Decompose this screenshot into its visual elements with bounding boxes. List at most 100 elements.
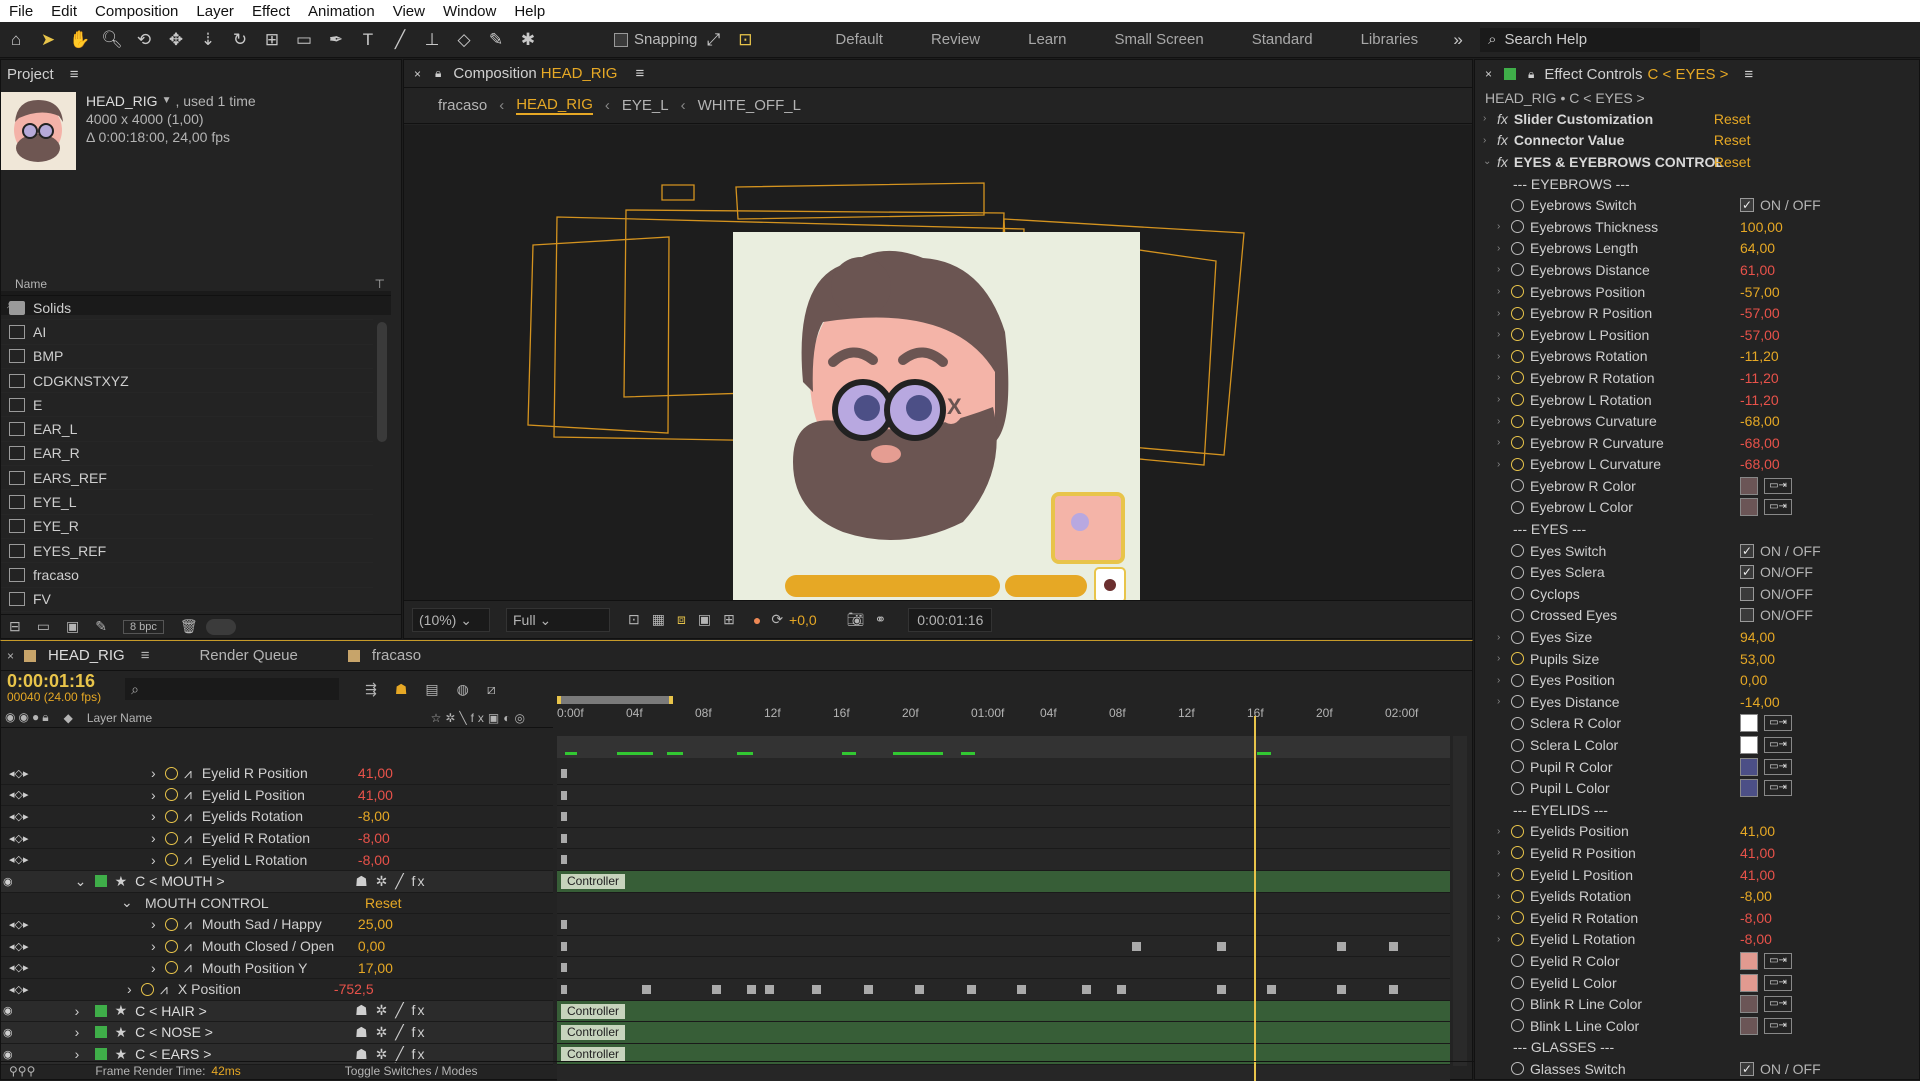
stopwatch-icon[interactable] — [1511, 695, 1524, 709]
panel-menu-icon[interactable]: ≡ — [635, 65, 644, 82]
stopwatch-icon[interactable] — [1511, 976, 1524, 990]
timeline-tab[interactable]: × HEAD_RIG ≡ — [7, 647, 149, 664]
layer-name-header[interactable]: Layer Name — [87, 711, 152, 725]
name-column-header[interactable]: Name — [15, 277, 47, 291]
project-item[interactable]: AI — [1, 320, 373, 345]
chevron-right-icon[interactable]: › — [1497, 286, 1511, 297]
stopwatch-icon[interactable] — [1511, 781, 1524, 795]
keyframe-marker[interactable] — [642, 984, 651, 994]
graph-icon[interactable]: ⩘ — [184, 851, 192, 868]
stopwatch-icon[interactable] — [1511, 414, 1524, 428]
effect-property[interactable]: › Eyebrows Thickness 100,00 — [1483, 216, 1919, 238]
breadcrumb-item[interactable]: fracaso — [438, 97, 487, 114]
stopwatch-icon[interactable] — [1511, 371, 1524, 385]
keyframe-marker[interactable] — [864, 984, 873, 994]
menu-edit[interactable]: Edit — [42, 3, 86, 20]
project-item[interactable]: fracaso — [1, 563, 373, 588]
puppet-tool-icon[interactable]: ✱ — [515, 27, 541, 53]
rotation-tool-icon[interactable]: ↻ — [227, 27, 253, 53]
controller-marker[interactable]: Controller — [561, 873, 626, 889]
eyedropper-icon[interactable]: ▭⇥ — [1764, 737, 1792, 754]
stopwatch-icon[interactable] — [1511, 263, 1524, 277]
keyframe-marker[interactable] — [1389, 984, 1398, 994]
pen-tool-icon[interactable]: ✒ — [323, 27, 349, 53]
chevron-right-icon[interactable]: › — [1497, 459, 1511, 470]
eyedropper-icon[interactable]: ▭⇥ — [1764, 952, 1792, 969]
chevron-right-icon[interactable]: › — [1497, 372, 1511, 383]
project-item[interactable]: EARS_REF — [1, 466, 373, 491]
stopwatch-icon[interactable] — [1511, 500, 1524, 514]
color-swatch[interactable] — [1740, 736, 1758, 755]
transparency-grid-icon[interactable]: ▦ — [652, 611, 665, 628]
menu-window[interactable]: Window — [434, 3, 505, 20]
effect-property[interactable]: Cyclops ON/OFF — [1483, 583, 1919, 605]
property-value[interactable]: -8,00 — [1740, 888, 1772, 904]
property-row[interactable]: ◂◇▸ › ⩘ X Position -752,5 — [1, 979, 553, 1001]
trash-icon[interactable]: 🗑︎ — [180, 618, 198, 635]
property-track[interactable] — [557, 936, 1450, 958]
keyframe-marker[interactable] — [561, 984, 567, 994]
property-track[interactable] — [557, 957, 1450, 979]
effect-property[interactable]: › Eyebrows Position -57,00 — [1483, 281, 1919, 303]
eraser-tool-icon[interactable]: ◇ — [451, 27, 477, 53]
keyframe-marker[interactable] — [561, 790, 567, 800]
effect-property[interactable]: Sclera R Color ▭⇥ — [1483, 713, 1919, 735]
keyframe-marker[interactable] — [747, 984, 756, 994]
time-ruler[interactable]: 0:00f 04f 08f 12f 16f 20f 01:00f 04f 08f 12f 16f 20… — [557, 696, 1450, 736]
stopwatch-icon[interactable] — [1511, 954, 1524, 968]
property-track[interactable] — [557, 828, 1450, 850]
property-value[interactable]: 17,00 — [358, 960, 393, 976]
property-row[interactable]: ◂◇▸ › ⩘ Eyelid L Rotation -8,00 — [1, 849, 553, 871]
effect-controls-tab[interactable]: × 🔒︎ Effect Controls C < EYES > ≡ — [1475, 60, 1919, 88]
chevron-right-icon[interactable]: › — [1497, 243, 1511, 254]
eyedropper-icon[interactable]: ▭⇥ — [1764, 1017, 1792, 1034]
stopwatch-icon[interactable] — [1511, 328, 1524, 342]
hand-tool-icon[interactable]: ✋ — [67, 27, 93, 53]
new-comp-icon[interactable]: ▣ — [66, 618, 79, 635]
panel-menu-icon[interactable]: ≡ — [1744, 66, 1753, 83]
region-of-interest-icon[interactable]: ▣ — [698, 611, 711, 628]
chevron-right-icon[interactable]: › — [151, 960, 165, 976]
property-checkbox[interactable] — [1740, 586, 1754, 601]
render-time-icon[interactable]: ⚲⚲⚲ — [9, 1064, 35, 1078]
stopwatch-icon[interactable] — [165, 961, 178, 975]
stopwatch-icon[interactable] — [1511, 608, 1524, 622]
property-value[interactable]: -8,00 — [358, 852, 390, 868]
snap-target-icon[interactable]: ⊡ — [732, 27, 758, 53]
project-item[interactable]: EAR_R — [1, 442, 373, 467]
graph-icon[interactable]: ⩘ — [184, 808, 192, 825]
label-color-swatch[interactable] — [94, 875, 107, 888]
property-value[interactable]: -57,00 — [1740, 327, 1780, 343]
chevron-right-icon[interactable]: › — [1497, 394, 1511, 405]
property-track[interactable] — [557, 763, 1450, 785]
stopwatch-icon[interactable] — [1511, 198, 1524, 212]
stopwatch-icon[interactable] — [1511, 824, 1524, 838]
chevron-right-icon[interactable]: › — [1497, 308, 1511, 319]
property-value[interactable]: -8,00 — [358, 808, 390, 824]
keyframe-marker[interactable] — [765, 984, 774, 994]
menu-help[interactable]: Help — [505, 3, 554, 20]
property-value[interactable]: 64,00 — [1740, 240, 1775, 256]
eyedropper-icon[interactable]: ▭⇥ — [1764, 499, 1792, 516]
chevron-right-icon[interactable]: › — [151, 852, 165, 868]
menu-view[interactable]: View — [384, 3, 434, 20]
close-icon[interactable]: × — [1485, 67, 1492, 81]
layer-row[interactable]: ◉ › ★ C < HAIR > ☗ ✲ ╱ fx — [1, 1000, 553, 1023]
layer-bar[interactable]: Controller — [557, 1000, 1450, 1023]
effect-property[interactable]: Pupil L Color ▭⇥ — [1483, 777, 1919, 799]
draft-3d-icon[interactable]: ☗ — [395, 681, 408, 698]
effect-property[interactable]: Glasses Switch ✓ ON / OFF — [1483, 1058, 1919, 1080]
graph-editor-icon[interactable]: ⧄ — [487, 681, 496, 698]
graph-icon[interactable]: ⩘ — [184, 786, 192, 803]
workspace-overflow-icon[interactable]: » — [1445, 27, 1471, 53]
property-track[interactable] — [557, 785, 1450, 807]
effect-property[interactable]: Crossed Eyes ON/OFF — [1483, 605, 1919, 627]
property-row[interactable]: ◂◇▸ › ⩘ Mouth Closed / Open 0,00 — [1, 936, 553, 958]
chevron-right-icon[interactable]: › — [151, 916, 165, 932]
property-checkbox[interactable] — [1740, 608, 1754, 623]
chevron-right-icon[interactable]: › — [1497, 329, 1511, 340]
effect-property[interactable]: Eyebrow R Color ▭⇥ — [1483, 475, 1919, 497]
new-folder-icon[interactable]: ▭ — [37, 618, 50, 635]
snapshot-icon[interactable]: 📷︎ — [847, 611, 865, 628]
chevron-right-icon[interactable]: › — [1497, 221, 1511, 232]
